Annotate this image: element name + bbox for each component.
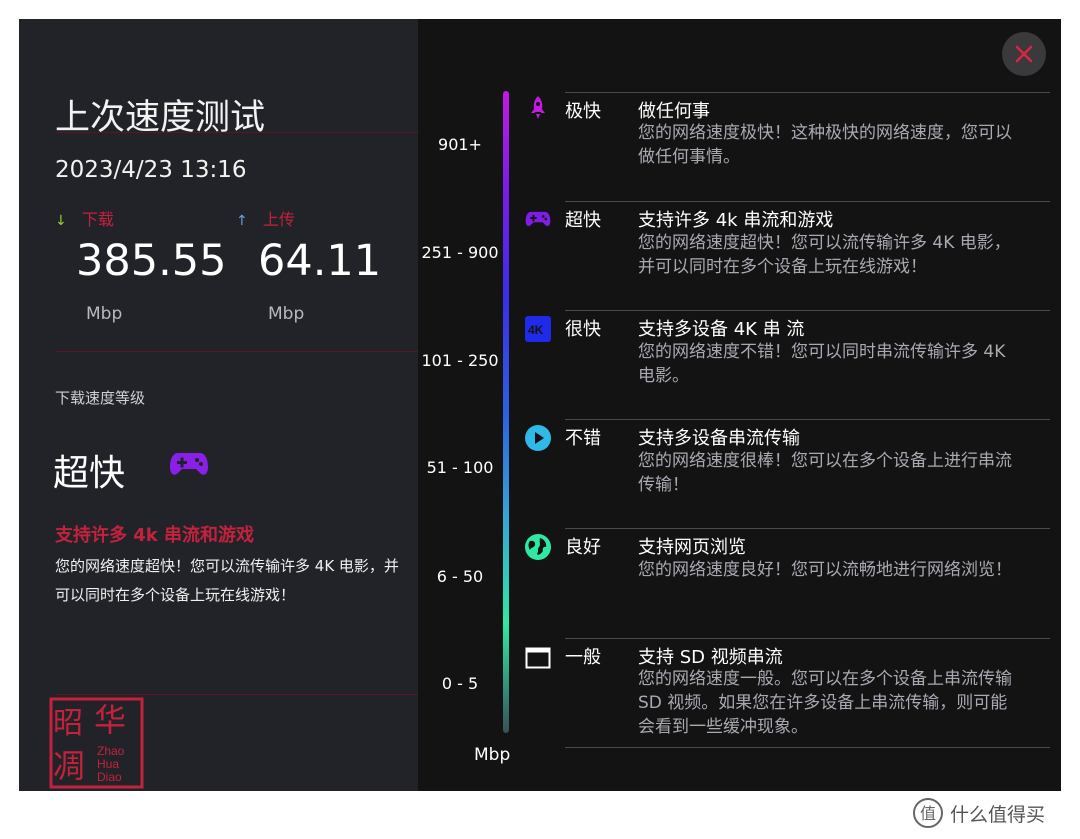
upload-arrow-icon: ↑ [236,213,248,229]
svg-text:Diao: Diao [97,770,122,784]
close-button[interactable] [1002,32,1046,76]
row-level: 很快 [565,319,601,340]
row-divider [565,92,1050,93]
row-description: 您的网络速度不错！您可以同时串流传输许多 4K 电影。 [638,342,1006,386]
download-value: 385.55 [76,236,227,286]
rocket-icon [525,95,551,121]
gamepad-icon [525,206,551,232]
row-title: 支持网页浏览 [638,537,746,558]
row-divider [565,528,1050,529]
watermark-logo-icon: 值 [913,798,943,828]
seal-logo: 昭 华 凋 Zhao Hua Diao [49,697,144,789]
upload-label-group: ↑ 上传 [236,206,295,230]
row-description: 您的网络速度良好！您可以流畅地进行网络浏览！ [638,560,1012,580]
svg-text:4K: 4K [528,323,544,337]
last-test-panel: 上次速度测试 2023/4/23 13:16 ↓ 下载 ↑ 上传 385.55 … [19,19,418,791]
level-name: 超快 [53,453,126,494]
svg-text:值: 值 [920,804,936,823]
download-label: 下载 [81,210,114,229]
download-label-group: ↓ 下载 [55,206,114,230]
row-divider [565,638,1050,639]
svg-text:Zhao: Zhao [97,744,125,758]
upload-unit: Mbp [268,304,305,324]
row-level: 超快 [565,210,601,231]
test-datetime: 2023/4/23 13:16 [55,157,247,183]
level-headline: 支持许多 4k 串流和游戏 [55,525,255,546]
divider [55,694,418,695]
4k-icon: 4K [525,316,551,342]
scale-tick: 251 - 900 [421,243,499,262]
scale-tick: 901+ [438,135,482,154]
scale-tick: 6 - 50 [436,567,484,586]
globe-icon [525,534,551,560]
level-caption: 下载速度等级 [55,389,146,407]
row-level: 不错 [565,428,601,449]
row-title: 支持 SD 视频串流 [638,647,783,668]
row-divider [565,201,1050,202]
row-title: 支持多设备串流传输 [638,428,800,449]
divider [55,351,418,352]
scale-tick: 101 - 250 [421,351,499,370]
watermark-text: 什么值得买 [950,803,1046,826]
scale-unit: Mbp [474,745,511,765]
download-arrow-icon: ↓ [55,213,67,229]
scale-tick: 51 - 100 [426,458,494,477]
row-divider [565,310,1050,311]
row-divider [565,419,1050,420]
upload-label: 上传 [262,210,295,229]
svg-text:Hua: Hua [97,757,119,771]
window-icon [525,645,551,671]
level-description: 您的网络速度超快！您可以流传输许多 4K 电影，并可以同时在多个设备上玩在线游戏… [55,557,399,604]
close-icon [1015,45,1033,63]
divider [55,132,418,133]
svg-text:昭: 昭 [53,706,83,741]
row-title: 支持多设备 4K 串 流 [638,319,805,340]
speed-gradient-bar [503,91,509,733]
svg-text:凋: 凋 [53,747,85,785]
scale-tick: 0 - 5 [441,674,479,693]
play-icon [525,425,551,451]
row-description: 您的网络速度极快！这种极快的网络速度，您可以 做任何事情。 [638,123,1012,167]
row-description: 您的网络速度超快！您可以流传输许多 4K 电影， 并可以同时在多个设备上玩在线游… [638,233,1011,277]
gamepad-icon [169,449,209,479]
download-unit: Mbp [86,304,123,324]
row-level: 良好 [565,537,601,558]
speedtest-panel: 上次速度测试 2023/4/23 13:16 ↓ 下载 ↑ 上传 385.55 … [19,19,1061,791]
row-title: 做任何事 [638,101,710,122]
row-description: 您的网络速度很棒！您可以在多个设备上进行串流 传输！ [638,451,1012,495]
row-divider [565,747,1050,748]
row-title: 支持许多 4k 串流和游戏 [638,210,834,231]
upload-value: 64.11 [258,236,382,286]
row-level: 一般 [565,647,601,668]
row-description: 您的网络速度一般。您可以在多个设备上串流传输 SD 视频。如果您在许多设备上串流… [638,669,1012,737]
svg-text:华: 华 [94,701,126,739]
row-level: 极快 [565,101,601,122]
watermark: 值 什么值得买 [912,797,1045,829]
